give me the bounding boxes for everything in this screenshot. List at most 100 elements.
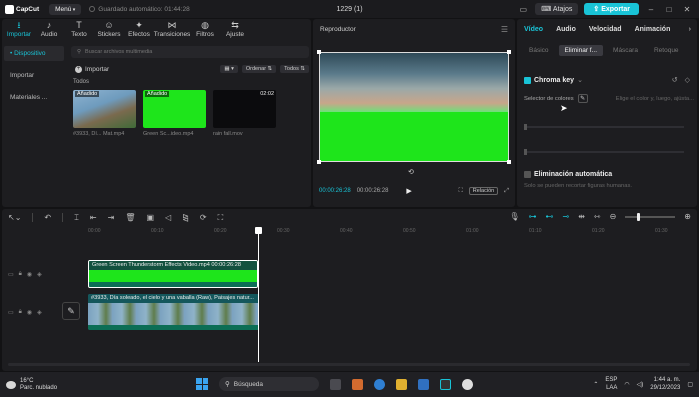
taskbar-search[interactable]: ⚲ Búsqueda [219,377,319,391]
capcut-taskbar-icon[interactable] [440,378,451,390]
wifi-icon[interactable]: ◠ [624,381,629,388]
close-button[interactable]: ✕ [681,5,693,14]
align-icon[interactable]: ⇹ [578,212,585,221]
preview-axis-icon[interactable]: ⊸ [562,212,569,221]
slider-knob[interactable] [524,124,527,130]
fit-icon[interactable]: ⇿ [594,212,601,221]
split-icon[interactable]: ⌶ [74,213,79,223]
media-thumbnail[interactable]: Añadido [143,90,206,128]
video-preview[interactable] [317,50,511,164]
tab-animation[interactable]: Animación [635,26,671,33]
edge-icon[interactable] [374,378,385,390]
tab-transitions[interactable]: ⋈ Transiciones [154,19,191,41]
keyframe-icon[interactable]: ◇ [685,76,690,84]
rotate-icon[interactable]: ⟲ [408,168,414,176]
volume-icon[interactable]: ◁) [637,381,644,388]
mute-icon[interactable]: ◈ [37,309,42,316]
eyedropper-icon[interactable]: ✎ [577,94,588,103]
eye-icon[interactable]: ◉ [27,271,32,278]
resize-handle[interactable] [317,50,321,54]
lock-icon[interactable]: 🔒︎ [19,309,22,316]
mirror-icon[interactable]: ⧎ [182,213,189,222]
media-item[interactable]: 02:02 rain fall.mov [213,90,276,137]
layout-icon[interactable]: ▭ [517,5,529,14]
shadow-slider[interactable] [524,149,684,155]
resize-handle[interactable] [317,160,321,164]
sort-button[interactable]: Ordenar ⇅ [241,65,277,73]
crop-tool-icon[interactable]: ⛶ [218,213,224,223]
chrome-icon[interactable] [462,378,473,390]
filter-button[interactable]: Todos ⇅ [280,65,309,73]
tab-effects[interactable]: ✦ Efectos [124,19,154,41]
start-button[interactable] [196,378,208,390]
media-item[interactable]: Añadido Green Sc...ideo.mp4 [143,90,206,137]
main-video-clip[interactable]: #3933, Día soleado, el cielo y una vabal… [88,294,259,330]
select-tool-icon[interactable]: ↖⌄ [8,213,21,222]
weather-widget[interactable]: 16°C Parc. nublado [6,378,57,392]
zoom-out-icon[interactable]: ⊖ [610,212,617,221]
fullscreen-icon[interactable]: ⤢ [504,188,509,195]
maximize-button[interactable]: □ [663,5,675,14]
zoom-in-icon[interactable]: ⊕ [684,212,691,221]
tab-stickers[interactable]: ☺ Stickers [94,19,124,41]
export-button[interactable]: ⇪ Exportar [584,3,639,15]
reverse-icon[interactable]: ◁ [165,213,171,222]
minimize-button[interactable]: – [645,5,657,14]
slider-knob[interactable] [524,149,527,155]
subtab-remove-bg[interactable]: Eliminar f... [558,45,604,56]
freeze-icon[interactable]: ▣ [146,213,154,222]
menu-button[interactable]: Menú [49,3,82,15]
tab-text[interactable]: T Texto [64,19,94,41]
mute-icon[interactable]: ◈ [37,271,42,278]
subtab-mask[interactable]: Máscara [607,45,644,56]
resize-handle[interactable] [507,50,511,54]
media-search-input[interactable]: ⚲ Buscar archivos multimedia [71,46,309,58]
media-thumbnail[interactable]: Añadido [73,90,136,128]
notification-icon[interactable]: ▢ [687,381,693,388]
clock[interactable]: 1:44 a. m. 29/12/2023 [650,376,680,392]
store-icon[interactable] [418,378,429,390]
zoom-slider[interactable] [625,212,676,221]
time-ruler[interactable]: 00:00 00:10 00:20 00:30 00:40 00:50 01:0… [88,228,694,238]
tab-speed[interactable]: Velocidad [589,26,622,33]
eye-icon[interactable]: ◉ [27,309,32,316]
playhead[interactable] [255,227,262,362]
delete-icon[interactable]: 🗑 [125,213,135,222]
split-right-icon[interactable]: ⇥ [108,213,115,222]
intensity-slider[interactable] [524,124,684,130]
split-left-icon[interactable]: ⇤ [90,213,97,222]
lock-icon[interactable]: 🔒︎ [19,271,22,278]
tab-adjust[interactable]: ⇆ Ajuste [220,19,250,41]
file-explorer-icon[interactable] [396,378,407,390]
subtab-retouch[interactable]: Retoque [648,45,685,56]
tab-audio[interactable]: ♪ Audio [34,19,64,41]
view-toggle[interactable]: ▦ ▾ [220,65,238,73]
import-button[interactable]: + Importar [75,65,109,73]
rotate-tool-icon[interactable]: ⟳ [200,213,207,222]
reset-icon[interactable]: ↺ [672,76,678,84]
tab-import[interactable]: ⭳ Importar [4,19,34,41]
media-item[interactable]: Añadido #3933, Dí... Mat.mp4 [73,90,136,137]
timeline-scrollbar[interactable] [8,363,690,366]
link-icon[interactable]: ⊷ [545,212,553,221]
chevron-down-icon[interactable]: ⌄ [577,76,583,84]
chroma-key-checkbox[interactable] [524,76,531,84]
zoom-knob[interactable] [637,212,641,221]
green-screen-clip[interactable]: Green Screen Thunderstorm Effects Video.… [88,260,258,288]
ratio-button[interactable]: Relación [468,187,499,195]
auto-removal-checkbox[interactable] [524,171,531,178]
crop-icon[interactable]: ⛶ [459,188,463,195]
magnet-icon[interactable]: ⊶ [528,212,536,221]
sidenav-import[interactable]: Importar [4,68,64,83]
resize-handle[interactable] [507,160,511,164]
microphone-icon[interactable]: 🎙 [509,212,519,221]
undo-icon[interactable]: ↶ [44,213,51,222]
play-button[interactable]: ▶ [406,187,411,195]
cover-edit-button[interactable]: ✎ [62,302,80,320]
task-view-icon[interactable] [330,378,341,390]
sidenav-device[interactable]: • Dispositivo [4,46,64,61]
tab-video[interactable]: Vídeo [524,26,543,33]
chevron-up-icon[interactable]: ⌃ [593,381,598,388]
media-thumbnail[interactable]: 02:02 [213,90,276,128]
tab-audio-props[interactable]: Audio [556,26,576,33]
